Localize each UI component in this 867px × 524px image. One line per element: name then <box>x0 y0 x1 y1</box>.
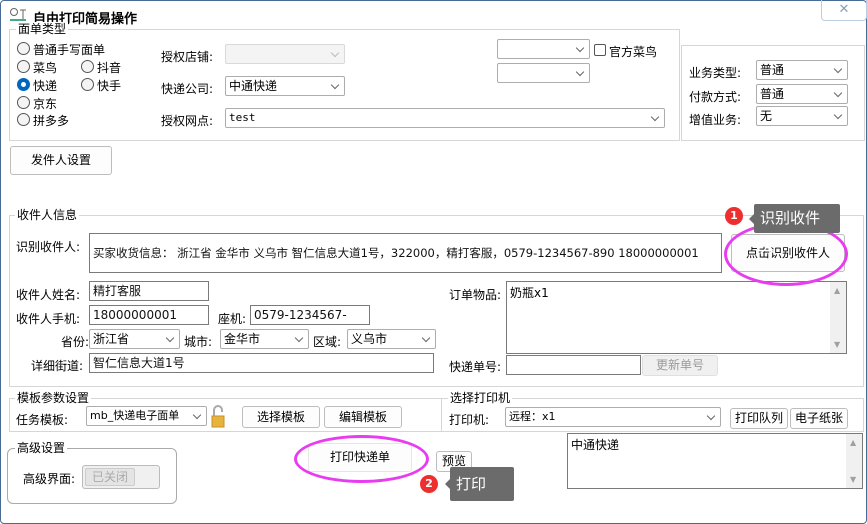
scrollbar[interactable] <box>846 434 862 488</box>
landline-label: 座机: <box>218 312 247 326</box>
payment-select[interactable]: 普通 <box>756 84 848 104</box>
official-cainiao-label: 官方菜鸟 <box>609 45 658 59</box>
radio-handwritten[interactable] <box>17 42 30 55</box>
auth-shop-label: 授权店铺: <box>161 50 214 64</box>
close-button[interactable]: ✕ <box>821 0 867 21</box>
radio-label: 拼多多 <box>33 114 70 128</box>
extra-select-2[interactable] <box>497 63 590 83</box>
auth-outlet-label: 授权网点: <box>161 114 214 128</box>
refresh-tracking-button[interactable]: 更新单号 <box>642 355 718 376</box>
street-input[interactable]: 智仁信息大道1号 <box>89 353 434 373</box>
main-window: 自由打印简易操作 ✕ 面单类型 普通手写面单 菜鸟 抖音 快递 快手 京东 拼多… <box>0 0 867 524</box>
advanced-legend: 高级设置 <box>15 441 68 455</box>
waybill-type-legend: 面单类型 <box>16 22 69 36</box>
payment-label: 付款方式: <box>689 90 742 104</box>
radio-label: 快递 <box>33 79 58 93</box>
advanced-ui-label: 高级界面: <box>23 472 76 486</box>
auth-outlet-select[interactable]: test <box>225 108 665 128</box>
recognize-textbox[interactable]: 买家收货信息： 浙江省 金华市 义乌市 智仁信息大道1号，322000，精打客服… <box>89 233 722 273</box>
radio-jd[interactable] <box>17 96 30 109</box>
radio-pdd[interactable] <box>17 113 30 126</box>
tracking-input[interactable] <box>506 355 641 375</box>
auth-shop-select[interactable] <box>225 44 345 64</box>
printer-label: 打印机: <box>449 413 490 427</box>
province-label: 省份: <box>61 335 90 349</box>
tooltip-print: 打印 <box>445 467 514 501</box>
close-icon: ✕ <box>838 2 850 17</box>
items-label: 订单物品: <box>449 288 502 302</box>
highlight-ellipse-print <box>294 435 429 483</box>
recipient-legend: 收件人信息 <box>15 208 80 222</box>
phone-label: 收件人手机: <box>16 312 81 326</box>
radio-douyin[interactable] <box>81 60 94 73</box>
district-label: 区域: <box>313 335 342 349</box>
select-template-button[interactable]: 选择模板 <box>242 406 320 428</box>
courier-select[interactable]: 中通快递 <box>225 76 345 96</box>
phone-input[interactable]: 18000000001 <box>89 305 209 325</box>
lock-icon[interactable] <box>211 404 225 428</box>
step-badge-2: 2 <box>420 475 438 493</box>
radio-cainiao[interactable] <box>17 60 30 73</box>
value-added-label: 增值业务: <box>689 113 742 127</box>
scrollbar[interactable] <box>830 282 846 353</box>
tooltip-recognize: 识别收件人 <box>749 204 840 256</box>
radio-express[interactable] <box>17 78 30 91</box>
radio-kuaishou[interactable] <box>81 78 94 91</box>
sender-settings-button[interactable]: 发件人设置 <box>10 146 112 175</box>
app-icon <box>9 7 27 23</box>
task-template-label: 任务模板: <box>16 413 69 427</box>
printer-legend: 选择打印机 <box>448 391 513 405</box>
value-added-select[interactable]: 无 <box>756 106 848 126</box>
city-label: 城市: <box>184 335 213 349</box>
items-textarea[interactable]: 奶瓶x1 <box>506 281 847 354</box>
city-select[interactable]: 金华市 <box>220 329 309 349</box>
district-select[interactable]: 义乌市 <box>347 329 436 349</box>
extra-select-1[interactable] <box>497 39 590 59</box>
radio-label: 京东 <box>33 97 58 111</box>
landline-input[interactable]: 0579-1234567-890 <box>250 305 370 325</box>
business-type-select[interactable]: 普通 <box>756 60 848 80</box>
name-label: 收件人姓名: <box>16 288 81 302</box>
radio-label: 快手 <box>97 79 122 93</box>
toggle-text: 已关闭 <box>85 468 135 486</box>
e-paper-button[interactable]: 电子纸张 <box>790 408 848 429</box>
advanced-ui-toggle[interactable]: 已关闭 <box>82 465 160 489</box>
official-cainiao-checkbox[interactable] <box>594 44 606 56</box>
street-label: 详细街道: <box>31 359 84 373</box>
name-input[interactable]: 精打客服 <box>89 281 209 301</box>
items-text: 奶瓶x1 <box>510 286 549 300</box>
log-text: 中通快递 <box>571 438 620 452</box>
recognize-label: 识别收件人: <box>16 240 81 254</box>
log-textarea[interactable]: 中通快递 <box>567 433 863 489</box>
business-type-label: 业务类型: <box>689 66 742 80</box>
province-select[interactable]: 浙江省 <box>89 329 180 349</box>
edit-template-button[interactable]: 编辑模板 <box>324 406 402 428</box>
radio-label: 普通手写面单 <box>33 43 106 57</box>
step-badge-1: 1 <box>725 207 743 225</box>
print-queue-button[interactable]: 打印队列 <box>730 408 788 429</box>
tracking-label: 快递单号: <box>449 360 502 374</box>
task-template-select[interactable]: mb_快递电子面单_1 <box>86 406 207 426</box>
courier-label: 快递公司: <box>161 82 214 96</box>
template-legend: 模板参数设置 <box>15 391 92 405</box>
printer-select[interactable]: 远程：x1 <box>505 407 721 427</box>
radio-label: 菜鸟 <box>33 61 58 75</box>
radio-label: 抖音 <box>97 61 122 75</box>
